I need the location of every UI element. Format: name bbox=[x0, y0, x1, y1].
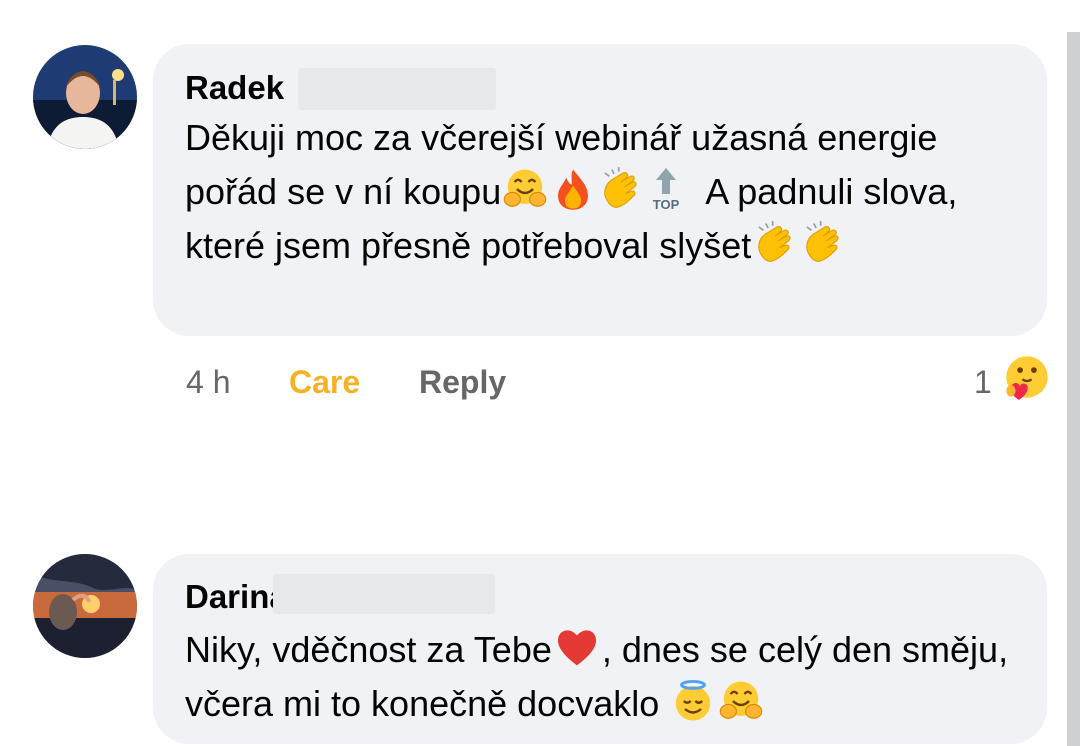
smiling-face-with-halo-icon bbox=[670, 678, 716, 724]
avatar-darina[interactable] bbox=[33, 554, 137, 658]
top-arrow-icon: TOP bbox=[653, 168, 680, 212]
fire-icon bbox=[550, 166, 596, 212]
reaction-count[interactable]: 1 bbox=[974, 362, 992, 402]
redacted-surname bbox=[273, 574, 495, 614]
hugging-face-icon bbox=[718, 678, 764, 724]
avatar-radek[interactable] bbox=[33, 45, 137, 149]
clapping-hands-icon bbox=[598, 166, 644, 212]
clapping-hands-icon bbox=[800, 220, 846, 266]
comment-text-part: Niky, vděčnost za Tebe bbox=[185, 629, 552, 670]
clapping-hands-icon bbox=[752, 220, 798, 266]
top-label: TOP bbox=[653, 197, 680, 212]
avatar-photo bbox=[33, 45, 137, 149]
comment-bubble-darina[interactable]: Darina Niky, vděčnost za Tebe, dnes se c… bbox=[153, 554, 1047, 744]
hugging-face-icon bbox=[502, 166, 548, 212]
red-heart-icon bbox=[553, 624, 601, 670]
comment-timestamp[interactable]: 4 h bbox=[186, 362, 230, 402]
scrollbar[interactable] bbox=[1067, 32, 1080, 746]
reply-button[interactable]: Reply bbox=[419, 362, 506, 402]
comment-bubble-radek[interactable]: Radek Děkuji moc za včerejší webinář uža… bbox=[153, 44, 1047, 336]
comment-text: Niky, vděčnost za Tebe, dnes se celý den… bbox=[185, 623, 1015, 731]
avatar-photo bbox=[33, 554, 137, 658]
care-reaction-button[interactable]: Care bbox=[289, 362, 360, 402]
comment-author[interactable]: Radek bbox=[185, 68, 284, 108]
care-reaction-icon[interactable] bbox=[1004, 354, 1050, 400]
comment-text: Děkuji moc za včerejší webinář užasná en… bbox=[185, 111, 1015, 273]
redacted-surname bbox=[298, 68, 496, 110]
